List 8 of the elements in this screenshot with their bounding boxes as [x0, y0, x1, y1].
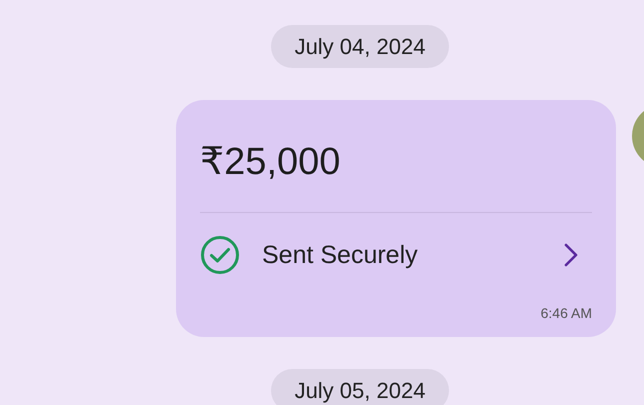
chevron-right-icon[interactable] [564, 243, 578, 267]
time-text: 6:46 AM [540, 305, 592, 321]
payment-bubble[interactable]: ₹25,000 Sent Securely 6:46 AM [176, 100, 616, 337]
amount-text: ₹25,000 [200, 140, 592, 213]
date-label: July 05, 2024 [270, 369, 450, 405]
status-text: Sent Securely [262, 240, 419, 270]
check-circle-icon [200, 235, 240, 275]
date-label: July 04, 2024 [270, 25, 450, 68]
